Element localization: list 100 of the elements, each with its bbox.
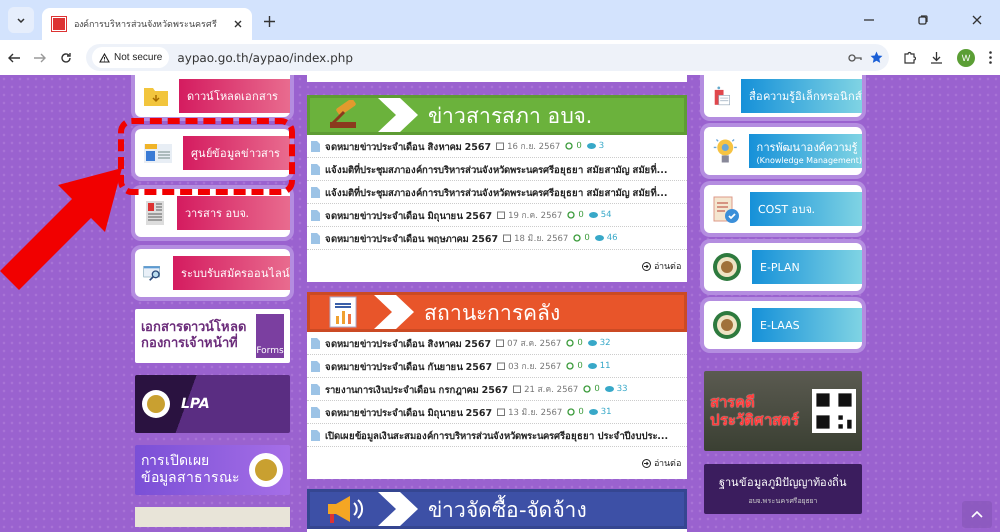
url-text: aypao.go.th/aypao/index.php bbox=[177, 50, 354, 64]
post-date: 19 ก.ค. 2567 bbox=[508, 210, 562, 222]
reload-button[interactable] bbox=[60, 52, 72, 64]
calendar-icon bbox=[503, 234, 512, 242]
restore-icon bbox=[918, 15, 928, 25]
document-icon bbox=[311, 360, 320, 372]
emblem-icon bbox=[712, 310, 742, 340]
read-more-link[interactable]: อ่านต่อ bbox=[642, 259, 681, 273]
calendar-icon bbox=[497, 362, 506, 370]
back-button[interactable] bbox=[8, 52, 20, 62]
comment-icon bbox=[565, 142, 574, 150]
sidebar-link[interactable]: ดาวน์โหลดเอกสาร bbox=[179, 79, 290, 113]
caret-up-icon bbox=[971, 511, 983, 518]
chevron-icon bbox=[374, 295, 414, 329]
news-link[interactable]: จดหมายข่าวประจำเดือน มิถุนายน 2567 bbox=[325, 208, 492, 222]
comment-count: 0 bbox=[594, 384, 600, 394]
star-icon[interactable] bbox=[870, 51, 883, 64]
plus-icon bbox=[264, 16, 275, 27]
chevron-icon bbox=[378, 98, 418, 132]
view-count: 31 bbox=[600, 407, 612, 417]
view-count: 11 bbox=[600, 361, 611, 371]
sidebar-link[interactable]: วารสาร อบจ. bbox=[177, 196, 290, 230]
news-link[interactable]: แจ้งมติที่ประชุมสภาองค์การบริหารส่วนจังหวัดพระนครศรีอยุธยา สมัยสามัญ สมัยที่... bbox=[325, 184, 668, 200]
magazine-icon bbox=[143, 200, 167, 226]
view-count: 46 bbox=[606, 233, 618, 243]
calendar-icon bbox=[496, 339, 504, 347]
document-icon bbox=[311, 210, 320, 220]
post-date: 07 ส.ค. 2567 bbox=[507, 338, 562, 350]
comment-count: 0 bbox=[578, 407, 584, 417]
back-arrow-icon bbox=[8, 52, 20, 62]
comment-icon bbox=[573, 234, 582, 242]
post-date: 18 มิ.ย. 2567 bbox=[514, 233, 568, 245]
eye-icon bbox=[586, 143, 596, 149]
reload-icon bbox=[60, 52, 72, 64]
comment-count: 0 bbox=[584, 233, 590, 243]
document-icon bbox=[311, 430, 320, 440]
comment-count: 0 bbox=[576, 141, 582, 151]
extensions-button[interactable] bbox=[903, 51, 916, 64]
post-date: 16 ก.ย. 2567 bbox=[507, 141, 560, 153]
document-icon bbox=[311, 186, 320, 198]
calendar-icon bbox=[497, 408, 506, 416]
eye-icon bbox=[588, 212, 598, 218]
minimize-icon bbox=[864, 19, 874, 21]
document-icon bbox=[311, 164, 320, 174]
news-link[interactable]: จดหมายข่าวประจำเดือน สิงหาคม 2567 bbox=[325, 336, 492, 350]
news-link[interactable]: รายงานการเงินประจำเดือน กรกฎาคม 2567 bbox=[325, 382, 508, 396]
view-count: 3 bbox=[598, 141, 604, 151]
panel-title: ข่าวสารสภา อบจ. bbox=[428, 102, 592, 130]
download-icon bbox=[930, 51, 943, 64]
news-link[interactable]: เปิดเผยข้อมูลเงินสะสมองค์การบริหารส่วนจังหวัดพระนครศรีอยุธยา ประจำปีงบประ... bbox=[325, 428, 668, 442]
comment-icon bbox=[567, 408, 576, 416]
disclosure-banner[interactable]: การเปิดเผย ข้อมูลสาธารณะ bbox=[135, 445, 290, 495]
eye-icon bbox=[604, 386, 614, 392]
clipboard-check-icon bbox=[712, 194, 740, 224]
panel-title: สถานะการคลัง bbox=[424, 300, 560, 326]
news-link[interactable]: จดหมายข่าวประจำเดือน สิงหาคม 2567 bbox=[325, 138, 492, 154]
comment-icon bbox=[566, 362, 574, 370]
forward-button[interactable] bbox=[34, 52, 46, 62]
calendar-icon bbox=[496, 142, 504, 150]
key-icon[interactable] bbox=[848, 54, 862, 62]
folder-icon bbox=[143, 85, 169, 107]
arrow-circle-icon bbox=[642, 458, 651, 468]
arrow-circle-icon bbox=[642, 262, 651, 270]
site-info-chip[interactable]: Not secure bbox=[92, 47, 170, 68]
post-date: 03 ก.ย. 2567 bbox=[508, 361, 562, 373]
close-icon[interactable] bbox=[234, 20, 242, 28]
browser-tab[interactable]: องค์การบริหารส่วนจังหวัดพระนครศรี bbox=[42, 8, 252, 40]
menu-icon bbox=[989, 51, 992, 64]
comment-icon bbox=[583, 385, 592, 393]
eye-icon bbox=[588, 363, 597, 369]
emblem-icon bbox=[712, 252, 742, 282]
sidebar-link[interactable]: ระบบรับสมัครออนไลน์ bbox=[173, 256, 290, 290]
eye-icon bbox=[588, 409, 598, 415]
close-icon bbox=[972, 15, 982, 25]
comment-icon bbox=[566, 339, 574, 347]
comment-count: 0 bbox=[578, 210, 584, 220]
read-more-link[interactable]: อ่านต่อ bbox=[642, 456, 681, 470]
document-icon bbox=[311, 406, 320, 418]
calendar-icon bbox=[497, 211, 506, 219]
chevron-down-icon bbox=[17, 18, 25, 22]
emblem-icon bbox=[141, 389, 171, 419]
address-bar[interactable]: Not secure aypao.go.th/aypao/index.php bbox=[86, 44, 889, 71]
menu-button[interactable] bbox=[989, 51, 992, 64]
forms-banner[interactable]: เอกสารดาวน์โหลด กองการเจ้าหน้าที่ Forms bbox=[135, 309, 290, 363]
view-count: 32 bbox=[600, 338, 611, 348]
post-date: 21 ส.ค. 2567 bbox=[524, 384, 578, 396]
scroll-to-top-button[interactable] bbox=[962, 501, 992, 528]
tab-list-button[interactable] bbox=[8, 7, 34, 33]
emblem-icon bbox=[248, 452, 284, 488]
post-date: 13 มิ.ย. 2567 bbox=[508, 407, 562, 419]
news-link[interactable]: จดหมายข่าวประจำเดือน พฤษภาคม 2567 bbox=[325, 230, 498, 246]
puzzle-icon bbox=[903, 51, 916, 64]
downloads-button[interactable] bbox=[930, 51, 943, 64]
lpa-banner[interactable]: LPA bbox=[135, 375, 290, 433]
view-count: 33 bbox=[616, 384, 628, 394]
document-icon bbox=[311, 140, 320, 152]
news-link[interactable]: แจ้งมติที่ประชุมสภาองค์การบริหารส่วนจังหวัดพระนครศรีอยุธยา สมัยสามัญ สมัยที่... bbox=[325, 162, 668, 176]
news-link[interactable]: จดหมายข่าวประจำเดือน มิถุนายน 2567 bbox=[325, 404, 492, 420]
news-link[interactable]: จดหมายข่าวประจำเดือน กันยายน 2567 bbox=[325, 358, 492, 374]
sidebar-link[interactable]: ศูนย์ข้อมูลข่าวสาร bbox=[183, 136, 290, 170]
